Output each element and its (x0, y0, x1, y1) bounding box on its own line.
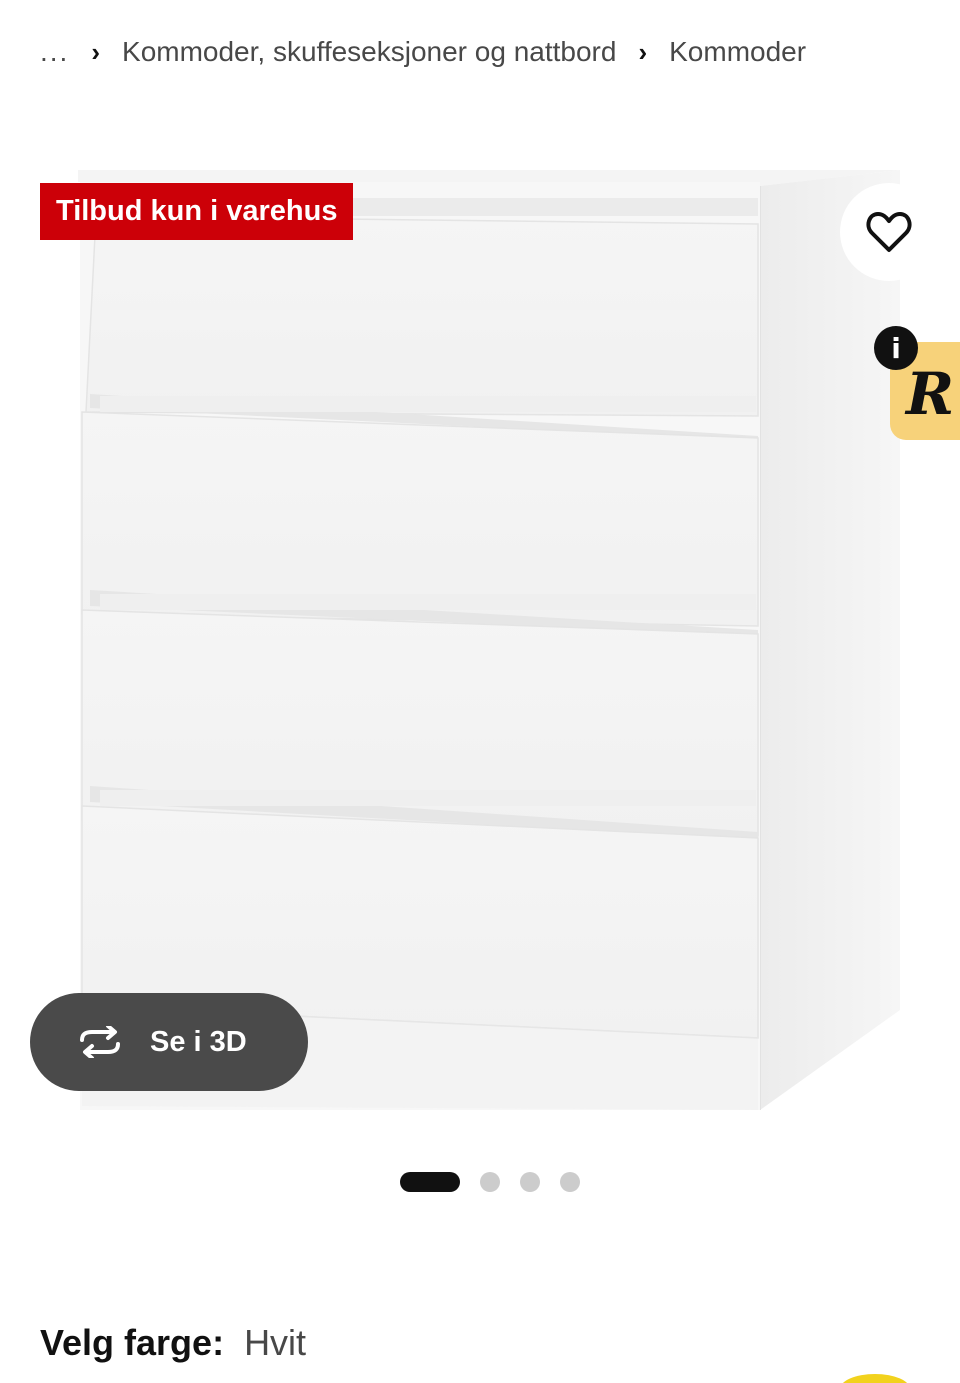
carousel-dot-1[interactable] (400, 1172, 460, 1192)
color-label: Velg farge: (40, 1322, 225, 1363)
info-icon[interactable]: i (874, 326, 918, 370)
carousel-dot-3[interactable] (520, 1172, 540, 1192)
carousel-dot-4[interactable] (560, 1172, 580, 1192)
view-3d-button[interactable]: Se i 3D (30, 993, 308, 1091)
breadcrumb-separator: › (91, 36, 101, 67)
carousel-dots (400, 1171, 580, 1193)
ad-logo-letter: R (906, 360, 955, 428)
color-swatch[interactable] (840, 1374, 910, 1383)
product-page: ... › Kommoder, skuffeseksjoner og nattb… (0, 0, 960, 1383)
color-selector: Velg farge: Hvit (40, 1322, 306, 1374)
favorite-button[interactable] (840, 183, 938, 281)
breadcrumb-item-dressers[interactable]: Kommoder (669, 36, 806, 68)
color-value: Hvit (244, 1322, 307, 1363)
heart-icon (866, 212, 912, 252)
view-3d-label: Se i 3D (150, 1025, 247, 1058)
carousel-dot-2[interactable] (480, 1172, 500, 1192)
breadcrumb-separator: › (638, 36, 648, 67)
breadcrumb-ellipsis[interactable]: ... (40, 36, 69, 68)
breadcrumb: ... › Kommoder, skuffeseksjoner og nattb… (40, 30, 806, 74)
promo-badge: Tilbud kun i varehus (40, 183, 354, 240)
rotate-3d-icon (80, 1026, 120, 1058)
breadcrumb-item-dressers-category[interactable]: Kommoder, skuffeseksjoner og nattbord (122, 36, 616, 68)
